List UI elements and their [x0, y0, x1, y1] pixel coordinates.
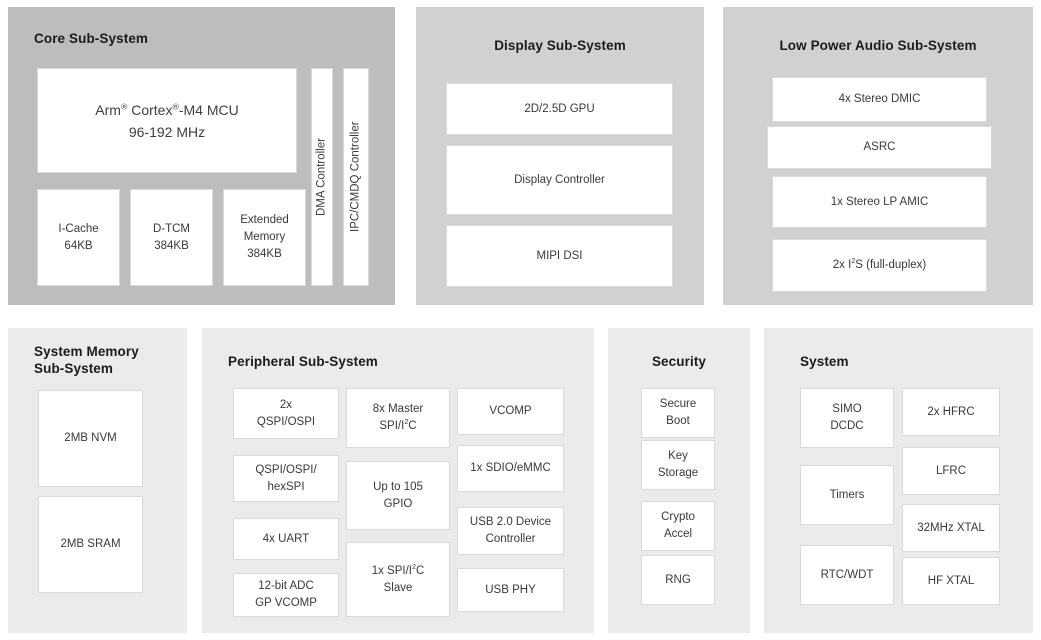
block-2d-2-5d-gpu: 2D/2.5D GPU [446, 83, 673, 135]
block-1x-spi-i2c-slave: 1x SPI/I2C Slave [346, 542, 450, 617]
block-rng: RNG [641, 555, 715, 605]
block-32mhz-xtal: 32MHz XTAL [902, 504, 1000, 552]
block-2mb-sram: 2MB SRAM [38, 496, 143, 593]
panel-title-audio: Low Power Audio Sub-System [779, 38, 977, 53]
block-diagram: Core Sub-System Arm® Cortex®-M4 MCU 96-19… [0, 0, 1041, 640]
block-8x-master-spi-i2c: 8x Master SPI/I2C [346, 388, 450, 448]
block-crypto-accel: Crypto Accel [641, 501, 715, 551]
block-label-slave-spi: 1x SPI/I2C Slave [371, 562, 425, 594]
block-ipc-cmdq-controller: IPC/CMDQ Controller [343, 68, 369, 286]
block-label-master-spi: 8x Master SPI/I2C [372, 403, 424, 432]
block-up-to-105-gpio: Up to 105 GPIO [346, 461, 450, 530]
block-extended-memory: Extended Memory 384KB [223, 189, 306, 286]
block-2x-qspi-ospi: 2x QSPI/OSPI [233, 388, 339, 439]
block-usb-phy: USB PHY [457, 568, 564, 612]
panel-title-memory: System Memory Sub-System [34, 344, 139, 376]
panel-title-display: Display Sub-System [494, 38, 626, 53]
block-label-i2s: 2x I2S (full-duplex) [832, 257, 927, 271]
block-2x-i2s-full-duplex: 2x I2S (full-duplex) [772, 239, 987, 292]
block-simo-dcdc: SIMO DCDC [800, 388, 894, 448]
block-vcomp: VCOMP [457, 388, 564, 435]
panel-system-memory-sub-system: System Memory Sub-System 2MB NVM 2MB SRA… [8, 328, 187, 633]
block-secure-boot: Secure Boot [641, 388, 715, 438]
block-lfrc: LFRC [902, 447, 1000, 495]
panel-display-sub-system: Display Sub-System 2D/2.5D GPU Display C… [416, 7, 704, 305]
panel-title-core: Core Sub-System [34, 31, 149, 46]
block-label-mcu: Arm® Cortex®-M4 MCU 96-192 MHz [95, 100, 239, 140]
panel-title-peripheral: Peripheral Sub-System [228, 354, 378, 369]
panel-security: Security Secure Boot Key Storage Crypto … [608, 328, 750, 633]
panel-title-system: System [800, 354, 849, 369]
block-asrc: ASRC [767, 126, 992, 169]
block-usb-2-0-device-controller: USB 2.0 Device Controller [457, 507, 564, 555]
block-4x-uart: 4x UART [233, 518, 339, 560]
block-1x-sdio-emmc: 1x SDIO/eMMC [457, 445, 564, 492]
block-2mb-nvm: 2MB NVM [38, 390, 143, 487]
block-dma-controller: DMA Controller [311, 68, 333, 286]
block-display-controller: Display Controller [446, 145, 673, 215]
panel-low-power-audio-sub-system: Low Power Audio Sub-System 4x Stereo DMI… [723, 7, 1033, 305]
block-key-storage: Key Storage [641, 440, 715, 490]
block-i-cache: I-Cache 64KB [37, 189, 120, 286]
panel-core-sub-system: Core Sub-System Arm® Cortex®-M4 MCU 96-19… [8, 7, 395, 305]
block-hf-xtal: HF XTAL [902, 557, 1000, 605]
panel-title-security: Security [651, 354, 707, 369]
block-timers: Timers [800, 465, 894, 525]
block-2x-hfrc: 2x HFRC [902, 388, 1000, 436]
block-d-tcm: D-TCM 384KB [130, 189, 213, 286]
block-qspi-ospi-hexspi: QSPI/OSPI/ hexSPI [233, 455, 339, 502]
block-mipi-dsi: MIPI DSI [446, 225, 673, 287]
block-4x-stereo-dmic: 4x Stereo DMIC [772, 77, 987, 122]
panel-peripheral-sub-system: Peripheral Sub-System 2x QSPI/OSPI QSPI/… [202, 328, 594, 633]
block-rtc-wdt: RTC/WDT [800, 545, 894, 605]
block-12-bit-adc-gp-vcomp: 12-bit ADC GP VCOMP [233, 573, 339, 617]
block-1x-stereo-lp-amic: 1x Stereo LP AMIC [772, 176, 987, 228]
panel-system: System SIMO DCDC Timers RTC/WDT 2x HFRC … [764, 328, 1033, 633]
block-arm-cortex-m4-mcu: Arm® Cortex®-M4 MCU 96-192 MHz [37, 68, 297, 173]
